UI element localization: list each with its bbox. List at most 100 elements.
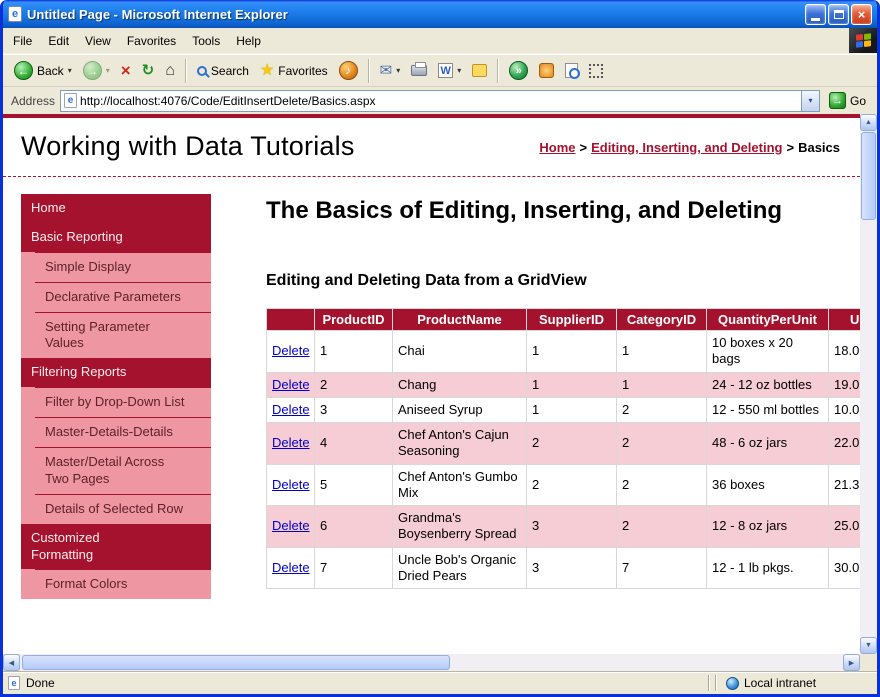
- print-icon: [411, 65, 427, 76]
- messenger-button[interactable]: [534, 60, 559, 81]
- title-bar[interactable]: e Untitled Page - Microsoft Internet Exp…: [3, 0, 877, 28]
- breadcrumb-section-link[interactable]: Editing, Inserting, and Deleting: [591, 140, 782, 155]
- horizontal-scroll-thumb[interactable]: [22, 655, 450, 670]
- cell-product-name: Uncle Bob's Organic Dried Pears: [393, 547, 527, 589]
- msn-button[interactable]: »: [504, 58, 533, 83]
- mail-button[interactable]: ✉ ▾: [375, 60, 406, 81]
- print-button[interactable]: [406, 62, 432, 79]
- go-button[interactable]: → Go: [825, 90, 872, 111]
- close-button[interactable]: ×: [851, 4, 872, 25]
- cell-unit-price: 10.0: [829, 397, 861, 422]
- toolbar: ← Back ▾ → ▾ × ↻ ⌂ Search ★ Favorites ♪ …: [3, 54, 877, 87]
- discuss-button[interactable]: [467, 61, 492, 80]
- delete-link[interactable]: Delete: [272, 377, 310, 392]
- minimize-icon: [811, 18, 820, 21]
- cell-category-id: 2: [617, 506, 707, 548]
- cell-supplier-id: 3: [527, 547, 617, 589]
- table-row: Delete 7 Uncle Bob's Organic Dried Pears…: [267, 547, 861, 589]
- msn-icon: »: [509, 61, 528, 80]
- menu-view[interactable]: View: [77, 30, 119, 52]
- scroll-down-button[interactable]: ▼: [860, 637, 877, 654]
- address-input[interactable]: [80, 94, 798, 108]
- vertical-scroll-thumb[interactable]: [861, 132, 876, 220]
- breadcrumb-current: Basics: [798, 140, 840, 155]
- sidebar-item-master-detail-two-pages[interactable]: Master/Detail Across Two Pages: [35, 447, 211, 494]
- refresh-icon: ↻: [142, 63, 155, 78]
- search-button[interactable]: Search: [192, 61, 254, 81]
- horizontal-scrollbar[interactable]: ◀ ▶: [3, 654, 877, 671]
- sidebar-item-format-colors[interactable]: Format Colors: [35, 569, 211, 599]
- cell-quantity-per-unit: 10 boxes x 20 bags: [707, 331, 829, 373]
- refresh-button[interactable]: ↻: [137, 60, 160, 81]
- column-header-productid: ProductID: [315, 309, 393, 331]
- menu-edit[interactable]: Edit: [40, 30, 77, 52]
- research-button[interactable]: [560, 60, 583, 81]
- sidebar-item-filter-by-drop-down-list[interactable]: Filter by Drop-Down List: [35, 387, 211, 417]
- toolbar-separator: [497, 59, 499, 83]
- address-field[interactable]: e ▾: [60, 90, 820, 112]
- media-button[interactable]: ♪: [334, 58, 363, 83]
- toolbar-separator: [185, 59, 187, 83]
- home-button[interactable]: ⌂: [160, 60, 180, 82]
- favorites-button[interactable]: ★ Favorites: [255, 60, 333, 82]
- cell-quantity-per-unit: 24 - 12 oz bottles: [707, 372, 829, 397]
- column-header-quantityperunit: QuantityPerUnit: [707, 309, 829, 331]
- cell-category-id: 1: [617, 372, 707, 397]
- delete-link[interactable]: Delete: [272, 435, 310, 450]
- word-edit-icon: W: [438, 63, 453, 78]
- mail-dropdown-icon[interactable]: ▾: [396, 66, 400, 75]
- edit-button[interactable]: W ▾: [433, 60, 466, 81]
- delete-link[interactable]: Delete: [272, 402, 310, 417]
- delete-link[interactable]: Delete: [272, 343, 310, 358]
- scroll-down-icon: ▼: [865, 642, 872, 649]
- menu-file[interactable]: File: [5, 30, 40, 52]
- vertical-scrollbar[interactable]: ▲ ▼: [860, 114, 877, 654]
- cell-unit-price: 30.0: [829, 547, 861, 589]
- sidebar-item-setting-parameter-values[interactable]: Setting Parameter Values: [35, 312, 211, 359]
- sidebar-item-details-of-selected-row[interactable]: Details of Selected Row: [35, 494, 211, 524]
- scroll-left-button[interactable]: ◀: [3, 654, 20, 671]
- forward-button[interactable]: → ▾: [78, 58, 115, 83]
- menu-tools[interactable]: Tools: [184, 30, 228, 52]
- delete-link[interactable]: Delete: [272, 477, 310, 492]
- delete-link[interactable]: Delete: [272, 560, 310, 575]
- sidebar-item-home[interactable]: Home: [21, 194, 211, 223]
- sidebar-item-filtering-reports[interactable]: Filtering Reports: [21, 358, 211, 387]
- maximize-button[interactable]: [828, 4, 849, 25]
- cell-quantity-per-unit: 12 - 1 lb pkgs.: [707, 547, 829, 589]
- vertical-scroll-track[interactable]: [860, 131, 877, 637]
- sidebar-item-basic-reporting[interactable]: Basic Reporting: [21, 223, 211, 252]
- cell-unit-price: 22.0: [829, 423, 861, 465]
- delete-link[interactable]: Delete: [272, 518, 310, 533]
- grid-button[interactable]: [584, 61, 608, 81]
- back-button[interactable]: ← Back ▾: [9, 58, 77, 83]
- minimize-button[interactable]: [805, 4, 826, 25]
- horizontal-scroll-track[interactable]: [20, 654, 843, 671]
- cell-category-id: 7: [617, 547, 707, 589]
- section-heading: Editing and Deleting Data from a GridVie…: [266, 272, 860, 290]
- sidebar-item-customized-formatting[interactable]: Customized Formatting: [21, 524, 211, 570]
- scrollbar-corner: [860, 654, 877, 671]
- forward-icon: →: [83, 61, 102, 80]
- close-icon: ×: [858, 7, 866, 22]
- scroll-up-button[interactable]: ▲: [860, 114, 877, 131]
- forward-dropdown-icon[interactable]: ▾: [106, 66, 110, 75]
- cell-category-id: 2: [617, 397, 707, 422]
- breadcrumb-home-link[interactable]: Home: [539, 140, 575, 155]
- security-zone: Local intranet: [722, 675, 872, 691]
- sidebar-item-declarative-parameters[interactable]: Declarative Parameters: [35, 282, 211, 312]
- column-header-categoryid: CategoryID: [617, 309, 707, 331]
- sidebar-item-master-details-details[interactable]: Master-Details-Details: [35, 417, 211, 447]
- back-dropdown-icon[interactable]: ▾: [68, 66, 72, 75]
- address-dropdown-button[interactable]: ▾: [801, 91, 819, 111]
- go-icon: →: [829, 92, 846, 109]
- scroll-right-button[interactable]: ▶: [843, 654, 860, 671]
- cell-product-id: 7: [315, 547, 393, 589]
- edit-dropdown-icon[interactable]: ▾: [457, 66, 461, 75]
- sidebar-item-simple-display[interactable]: Simple Display: [35, 252, 211, 282]
- window-title: Untitled Page - Microsoft Internet Explo…: [27, 7, 800, 22]
- stop-button[interactable]: ×: [116, 59, 136, 82]
- window-controls: ×: [805, 4, 872, 25]
- menu-favorites[interactable]: Favorites: [119, 30, 184, 52]
- menu-help[interactable]: Help: [228, 30, 269, 52]
